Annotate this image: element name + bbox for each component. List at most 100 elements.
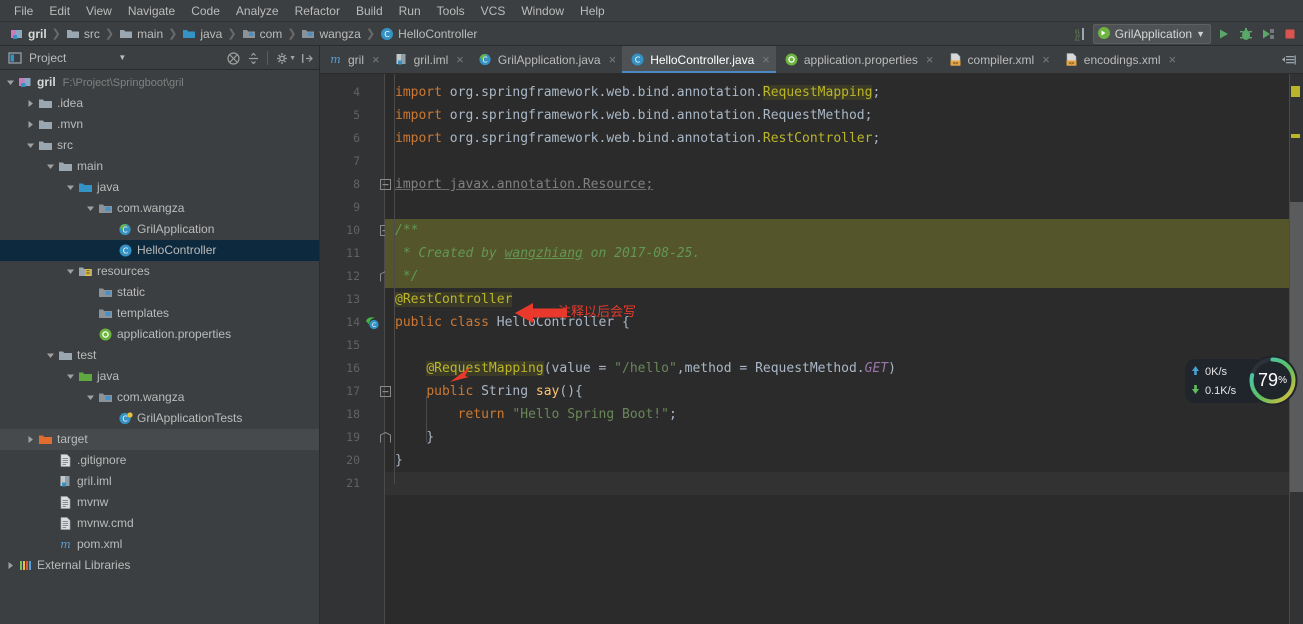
close-icon[interactable]: × [1042, 53, 1050, 66]
menu-item-build[interactable]: Build [348, 2, 391, 20]
chevron-down-icon[interactable] [4, 72, 16, 93]
tree-item-mvnw[interactable]: mvnw [0, 492, 319, 513]
close-icon[interactable]: × [926, 53, 934, 66]
tree-item-external-libraries[interactable]: External Libraries [0, 555, 319, 576]
editor-code-area[interactable]: import org.springframework.web.bind.anno… [385, 74, 1303, 624]
code-line-9[interactable] [385, 196, 1303, 219]
tree-item-java[interactable]: java [0, 177, 319, 198]
breadcrumb-src[interactable]: src [62, 24, 104, 44]
code-with-me-icon[interactable]: 01 10 01 [1071, 25, 1089, 43]
close-icon[interactable]: × [456, 53, 464, 66]
editor-tab-hellocontroller-java[interactable]: C HelloController.java × [622, 46, 776, 73]
editor-scrollbar-thumb[interactable] [1290, 202, 1303, 492]
breadcrumb-main[interactable]: main [115, 24, 167, 44]
menu-item-edit[interactable]: Edit [41, 2, 78, 20]
network-speed-widget[interactable]: 0K/s 0.1K/s 79 % [1185, 353, 1303, 408]
editor-tab-encodings-xml[interactable]: <> encodings.xml × [1056, 46, 1182, 73]
breadcrumb-com[interactable]: com [238, 24, 287, 44]
chevron-down-icon[interactable] [84, 198, 96, 219]
chevron-down-icon[interactable] [64, 366, 76, 387]
menu-item-code[interactable]: Code [183, 2, 228, 20]
tree-item-gril-iml[interactable]: gril.iml [0, 471, 319, 492]
chevron-right-icon[interactable] [4, 555, 16, 576]
chevron-down-icon[interactable] [44, 156, 56, 177]
code-line-17[interactable]: public String say(){ [385, 380, 1303, 403]
code-line-16[interactable]: @RequestMapping(value = "/hello",method … [385, 357, 1303, 380]
tree-item-gril[interactable]: gril F:\Project\Springboot\gril [0, 72, 319, 93]
code-line-18[interactable]: return "Hello Spring Boot!"; [385, 403, 1303, 426]
code-line-12[interactable]: */ [385, 265, 1303, 288]
memory-gauge[interactable]: 79% [1245, 353, 1300, 408]
code-line-4[interactable]: import org.springframework.web.bind.anno… [385, 81, 1303, 104]
menu-item-run[interactable]: Run [391, 2, 429, 20]
menu-item-refactor[interactable]: Refactor [287, 2, 348, 20]
code-line-11[interactable]: * Created by wangzhiang on 2017-08-25. [385, 242, 1303, 265]
tree-item-com-wangza[interactable]: com.wangza [0, 198, 319, 219]
editor-tab-application-properties[interactable]: application.properties × [776, 46, 940, 73]
chevron-right-icon[interactable] [24, 114, 36, 135]
tab-list-dropdown-icon[interactable] [1279, 51, 1299, 69]
warning-marker[interactable] [1291, 86, 1300, 97]
code-line-15[interactable] [385, 334, 1303, 357]
breadcrumb-java[interactable]: java [178, 24, 226, 44]
tree-item-main[interactable]: main [0, 156, 319, 177]
chevron-down-icon[interactable] [84, 387, 96, 408]
chevron-down-icon[interactable] [44, 345, 56, 366]
close-icon[interactable]: × [609, 53, 617, 66]
tree-item-grilapplicationtests[interactable]: C GrilApplicationTests [0, 408, 319, 429]
code-editor[interactable]: 4 5 6 7 8 9 10 11 12 13 14 C 15 16 17 18 19 20 21 import o… [320, 74, 1303, 624]
project-view-icon[interactable] [6, 49, 24, 67]
tree-item-src[interactable]: src [0, 135, 319, 156]
close-icon[interactable]: × [762, 53, 770, 66]
editor-tab-grilapplication-java[interactable]: C GrilApplication.java × [470, 46, 622, 73]
close-icon[interactable]: × [372, 53, 380, 66]
tree-item-mvnw-cmd[interactable]: mvnw.cmd [0, 513, 319, 534]
editor-marker-gutter[interactable] [1289, 74, 1303, 624]
collapse-all-icon[interactable] [224, 49, 242, 67]
editor-tab-compiler-xml[interactable]: <> compiler.xml × [940, 46, 1056, 73]
run-icon[interactable] [1215, 25, 1233, 43]
editor-tab-gril[interactable]: m gril × [320, 46, 386, 73]
warning-marker[interactable] [1291, 134, 1300, 138]
breadcrumb-hellocontroller[interactable]: C HelloController [376, 24, 481, 44]
chevron-down-icon[interactable]: ▼ [289, 55, 296, 62]
menu-item-vcs[interactable]: VCS [473, 2, 514, 20]
chevron-down-icon[interactable] [24, 135, 36, 156]
menu-item-navigate[interactable]: Navigate [120, 2, 183, 20]
menu-item-help[interactable]: Help [572, 2, 613, 20]
breadcrumb-wangza[interactable]: wangza [297, 24, 364, 44]
tree-item-resources[interactable]: resources [0, 261, 319, 282]
chevron-down-icon[interactable] [64, 177, 76, 198]
chevron-down-icon[interactable] [64, 261, 76, 282]
editor-tab-gril-iml[interactable]: gril.iml × [386, 46, 470, 73]
chevron-down-icon[interactable]: ▼ [118, 53, 126, 62]
menu-item-analyze[interactable]: Analyze [228, 2, 287, 20]
code-line-21[interactable] [385, 472, 1303, 495]
tree-item-idea[interactable]: .idea [0, 93, 319, 114]
debug-icon[interactable] [1237, 25, 1255, 43]
code-line-10[interactable]: /** [385, 219, 1303, 242]
code-line-8[interactable]: import javax.annotation.Resource; [385, 173, 1303, 196]
run-configuration-selector[interactable]: GrilApplication ▼ [1092, 24, 1211, 44]
hide-panel-icon[interactable] [298, 49, 316, 67]
run-coverage-icon[interactable] [1259, 25, 1277, 43]
code-line-6[interactable]: import org.springframework.web.bind.anno… [385, 127, 1303, 150]
tree-item-test[interactable]: test [0, 345, 319, 366]
menu-item-window[interactable]: Window [513, 2, 572, 20]
breadcrumb-gril[interactable]: gril [6, 24, 51, 44]
tree-item-com-wangza[interactable]: com.wangza [0, 387, 319, 408]
code-line-20[interactable]: } [385, 449, 1303, 472]
stop-icon[interactable] [1281, 25, 1299, 43]
menu-item-tools[interactable]: Tools [429, 2, 473, 20]
tree-item-java[interactable]: java [0, 366, 319, 387]
tree-item-target[interactable]: target [0, 429, 319, 450]
tree-item-grilapplication[interactable]: C GrilApplication [0, 219, 319, 240]
tree-item-static[interactable]: static [0, 282, 319, 303]
tree-item-pom-xml[interactable]: m pom.xml [0, 534, 319, 555]
project-tree[interactable]: gril F:\Project\Springboot\gril .idea .mvn s… [0, 70, 319, 624]
tree-item-hellocontroller[interactable]: C HelloController [0, 240, 319, 261]
menu-item-file[interactable]: File [6, 2, 41, 20]
tree-item-application-properties[interactable]: application.properties [0, 324, 319, 345]
tree-item-templates[interactable]: templates [0, 303, 319, 324]
editor-gutter[interactable]: 4 5 6 7 8 9 10 11 12 13 14 C 15 16 17 18 19 20 21 [320, 74, 391, 624]
